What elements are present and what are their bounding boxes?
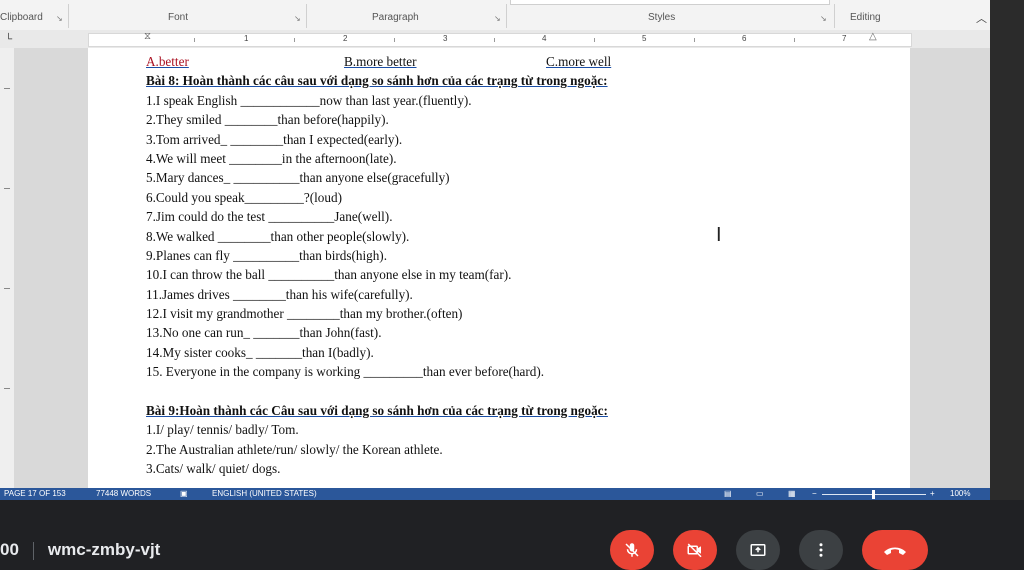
ribbon-separator bbox=[306, 4, 307, 28]
dialog-launcher-icon[interactable]: ↘ bbox=[294, 14, 301, 23]
meeting-code: wmc-zmby-vjt bbox=[47, 540, 161, 559]
meeting-toolbar: 00 wmc-zmby-vjt bbox=[0, 500, 1024, 570]
ribbon-group-paragraph[interactable]: Paragraph bbox=[372, 12, 419, 23]
exercise-item: 3.Cats/ walk/ quiet/ dogs. bbox=[146, 461, 281, 477]
ruler-number: 6 bbox=[742, 34, 747, 43]
page-count[interactable]: PAGE 17 OF 153 bbox=[4, 489, 66, 498]
dialog-launcher-icon[interactable]: ↘ bbox=[820, 14, 827, 23]
ruler-tick bbox=[394, 38, 395, 42]
meeting-info: 00 wmc-zmby-vjt bbox=[0, 540, 160, 560]
ribbon-group-font[interactable]: Font bbox=[168, 12, 188, 23]
vertical-ruler[interactable] bbox=[0, 48, 15, 488]
exercise-item: 9.Planes can fly __________than birds(hi… bbox=[146, 247, 388, 263]
mic-off-button[interactable] bbox=[610, 530, 654, 570]
word-count[interactable]: 77448 WORDS bbox=[96, 489, 151, 498]
exercise-item: 11.James drives ________than his wife(ca… bbox=[146, 286, 413, 302]
exercise-item: 12.I visit my grandmother ________than m… bbox=[146, 306, 463, 322]
read-mode-icon[interactable]: ▤ bbox=[724, 489, 732, 498]
meeting-time: 00 bbox=[0, 540, 19, 559]
exercise-item: 2.They smiled ________than before(happil… bbox=[146, 112, 389, 128]
present-screen-button[interactable] bbox=[736, 530, 780, 570]
document-body[interactable]: A.better B.more better C.more well Bài 8… bbox=[146, 52, 886, 479]
ruler-number: 7 bbox=[842, 34, 847, 43]
ruler-tick bbox=[594, 38, 595, 42]
window-edge bbox=[990, 0, 1024, 500]
mic-off-icon bbox=[625, 543, 639, 557]
exercise-item: 15. Everyone in the company is working _… bbox=[146, 364, 545, 380]
exercise-item: 2.The Australian athlete/run/ slowly/ th… bbox=[146, 441, 443, 457]
exercise-item: 1.I speak English ____________now than l… bbox=[146, 92, 472, 108]
ruler-tick bbox=[694, 38, 695, 42]
language-status[interactable]: ENGLISH (UNITED STATES) bbox=[212, 489, 317, 498]
camera-off-button[interactable] bbox=[673, 530, 717, 570]
web-layout-icon[interactable]: ▦ bbox=[788, 489, 796, 498]
option-a: A.better bbox=[146, 54, 189, 69]
ribbon-group-styles[interactable]: Styles bbox=[648, 12, 675, 23]
dialog-launcher-icon[interactable]: ↘ bbox=[494, 14, 501, 23]
exercise-9-title: Bài 9:Hoàn thành các Câu sau với dạng so… bbox=[146, 403, 608, 419]
exercise-item: 7.Jim could do the test __________Jane(w… bbox=[146, 209, 393, 225]
zoom-level[interactable]: 100% bbox=[950, 489, 970, 498]
ribbon-group-editing[interactable]: Editing bbox=[850, 12, 881, 23]
exercise-item: 6.Could you speak_________?(loud) bbox=[146, 189, 342, 205]
exercise-item: 5.Mary dances_ __________than anyone els… bbox=[146, 170, 450, 186]
exercise-8-title: Bài 8: Hoàn thành các câu sau với dạng s… bbox=[146, 73, 608, 89]
exercise-item: 8.We walked ________than other people(sl… bbox=[146, 228, 410, 244]
tab-selector-icon[interactable]: └ bbox=[5, 34, 12, 45]
exercise-item: 10.I can throw the ball __________than a… bbox=[146, 267, 512, 283]
more-vert-icon bbox=[819, 543, 823, 557]
ruler-number: 2 bbox=[343, 34, 348, 43]
exercise-item: 13.No one can run_ _______than John(fast… bbox=[146, 325, 382, 341]
dialog-launcher-icon[interactable]: ↘ bbox=[56, 14, 63, 23]
zoom-out-icon[interactable]: − bbox=[812, 489, 817, 498]
zoom-in-icon[interactable]: + bbox=[930, 489, 935, 498]
ruler-number: 4 bbox=[542, 34, 547, 43]
leave-call-button[interactable] bbox=[862, 530, 928, 570]
hang-up-icon bbox=[884, 547, 906, 555]
answer-options: A.better B.more better C.more well bbox=[146, 52, 886, 71]
ruler-tick bbox=[794, 38, 795, 42]
collapse-ribbon-icon[interactable]: ︿ bbox=[976, 10, 987, 26]
right-indent-icon[interactable]: △ bbox=[869, 31, 877, 42]
exercise-item: 3.Tom arrived_ ________than I expected(e… bbox=[146, 131, 403, 147]
ruler-number: 1 bbox=[244, 34, 249, 43]
option-c: C.more well bbox=[546, 54, 612, 69]
ribbon-separator bbox=[834, 4, 835, 28]
styles-gallery[interactable] bbox=[510, 0, 830, 5]
status-bar: PAGE 17 OF 153 77448 WORDS ▣ ENGLISH (UN… bbox=[0, 488, 990, 500]
present-icon bbox=[750, 544, 766, 556]
exercise-item: 4.We will meet ________in the afternoon(… bbox=[146, 150, 397, 166]
exercise-item: 14.My sister cooks_ _______than I(badly)… bbox=[146, 344, 374, 360]
ruler-tick bbox=[294, 38, 295, 42]
ruler-tick bbox=[194, 38, 195, 42]
option-b: B.more better bbox=[344, 54, 417, 69]
camera-off-icon bbox=[687, 543, 702, 558]
indent-marker-icon[interactable]: ⧖ bbox=[144, 31, 151, 42]
print-layout-icon[interactable]: ▭ bbox=[756, 489, 764, 498]
ribbon-separator bbox=[68, 4, 69, 28]
exercise-item: 1.I/ play/ tennis/ badly/ Tom. bbox=[146, 422, 299, 438]
proofing-icon[interactable]: ▣ bbox=[180, 489, 188, 498]
ribbon: Clipboard ↘ Font ↘ Paragraph ↘ Styles ↘ … bbox=[0, 0, 990, 31]
ribbon-separator bbox=[506, 4, 507, 28]
ruler-number: 3 bbox=[443, 34, 448, 43]
ruler-number: 5 bbox=[642, 34, 647, 43]
horizontal-ruler[interactable]: 1 2 3 4 5 6 7 ⧖ △ bbox=[88, 31, 912, 47]
more-options-button[interactable] bbox=[799, 530, 843, 570]
text-cursor-icon: I bbox=[716, 224, 722, 246]
zoom-slider-thumb[interactable] bbox=[872, 490, 875, 499]
ruler-tick bbox=[494, 38, 495, 42]
ribbon-group-clipboard[interactable]: Clipboard bbox=[0, 12, 43, 23]
